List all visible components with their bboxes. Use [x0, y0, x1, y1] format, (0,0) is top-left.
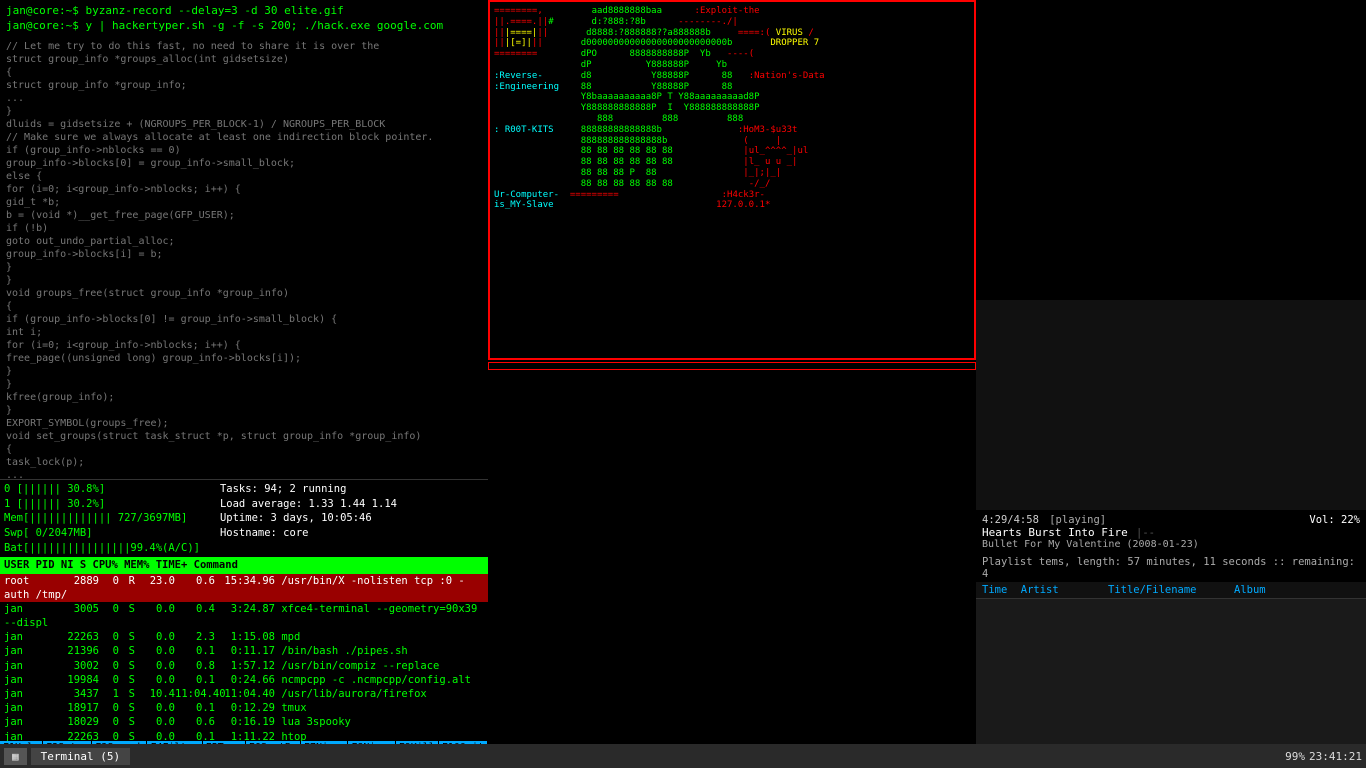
htop-row[interactable]: root28890R23.00.615:34.96 /usr/bin/X -no… [0, 574, 488, 602]
warning-panel [488, 362, 976, 370]
player-artist-line: Bullet For My Valentine (2008-01-23) [982, 539, 1309, 550]
taskbar-terminal-item[interactable]: Terminal (5) [31, 748, 130, 765]
middle-hacker-panel: ========, aad8888888baa :Exploit-the ||.… [488, 0, 976, 768]
htop-process-list: root28890R23.00.615:34.96 /usr/bin/X -no… [0, 574, 488, 768]
player-time: 4:29/4:58 [982, 514, 1039, 526]
player-right: Vol: 22% [1309, 514, 1360, 526]
maze-panel [976, 0, 1366, 300]
player-track-name: Hearts Burst Into Fire [982, 526, 1128, 539]
waveform-svg [976, 300, 1366, 510]
playlist-columns: Time Artist Title/Filename Album [976, 582, 1366, 599]
htop-row[interactable]: jan213960S0.00.10:11.17 /bin/bash ./pipe… [0, 644, 488, 658]
player-sep: |-- [1136, 527, 1155, 539]
ascii-art-panel: ========, aad8888888baa :Exploit-the ||.… [488, 0, 976, 360]
col-time: Time [982, 584, 1021, 596]
taskbar: ▦ Terminal (5) 99% 23:41:21 [0, 744, 1366, 768]
player-time-track: 4:29/4:58 [playing] [982, 514, 1309, 526]
htop-row[interactable]: jan189170S0.00.10:12.29 tmux [0, 701, 488, 715]
cmd-line-2: jan@core:~$ y | hackertyper.sh -g -f -s … [6, 19, 482, 34]
htop-row[interactable]: jan222630S0.02.31:15.08 mpd [0, 630, 488, 644]
htop-row[interactable]: jan180290S0.00.60:16.19 lua 3spooky [0, 715, 488, 729]
waveform-panel [976, 300, 1366, 510]
taskbar-start-button[interactable]: ▦ [4, 748, 27, 765]
code-block: // Let me try to do this fast, no need t… [6, 38, 482, 480]
col-album: Album [1234, 584, 1360, 596]
player-panel: 4:29/4:58 [playing] Hearts Burst Into Fi… [976, 510, 1366, 768]
left-top-terminal: jan@core:~$ byzanz-record --delay=3 -d 3… [0, 0, 488, 480]
cmd-prompt-1: jan@core:~$ byzanz-record --delay=3 -d 3… [6, 4, 344, 17]
htop-row[interactable]: jan34371S10.411:04.4011:04.40 /usr/lib/a… [0, 687, 488, 701]
cmd-line-1: jan@core:~$ byzanz-record --delay=3 -d 3… [6, 4, 482, 19]
htop-panel: 0 [|||||| 30.8%] 1 [|||||| 30.2%] Mem[||… [0, 480, 488, 768]
player-info-bar: 4:29/4:58 [playing] Hearts Burst Into Fi… [976, 510, 1366, 554]
playlist-info: Playlist tems, length: 57 minutes, 11 se… [976, 554, 1366, 582]
player-track-line: Hearts Burst Into Fire |-- [982, 526, 1309, 539]
col-title: Title/Filename [1108, 584, 1234, 596]
matrix-panel [488, 372, 976, 768]
htop-row[interactable]: jan199840S0.00.10:24.66 ncmpcpp -c .ncmp… [0, 673, 488, 687]
col-artist: Artist [1021, 584, 1108, 596]
player-vol-value: 22% [1341, 514, 1360, 526]
htop-header: 0 [|||||| 30.8%] 1 [|||||| 30.2%] Mem[||… [0, 480, 488, 557]
systray: 99% 23:41:21 [1285, 750, 1362, 763]
player-left: 4:29/4:58 [playing] Hearts Burst Into Fi… [982, 514, 1309, 550]
maze-svg [976, 0, 1366, 300]
player-status: [playing] [1049, 514, 1106, 526]
htop-row[interactable]: jan30050S0.00.43:24.87 xfce4-terminal --… [0, 602, 488, 630]
ascii-art-content: ========, aad8888888baa :Exploit-the ||.… [494, 6, 970, 211]
systray-battery: 99% [1285, 750, 1305, 763]
htop-process-header: USER PID NI S CPU% MEM% TIME+ Command [0, 557, 488, 573]
taskbar-right: 99% 23:41:21 [1285, 750, 1362, 763]
left-terminal-panel: jan@core:~$ byzanz-record --delay=3 -d 3… [0, 0, 488, 768]
player-vol-label: Vol: [1309, 514, 1334, 526]
cmd-prompt-2: jan@core:~$ y | hackertyper.sh -g -f -s … [6, 19, 443, 32]
htop-row[interactable]: jan30020S0.00.81:57.12 /usr/bin/compiz -… [0, 659, 488, 673]
systray-clock: 23:41:21 [1309, 750, 1362, 763]
